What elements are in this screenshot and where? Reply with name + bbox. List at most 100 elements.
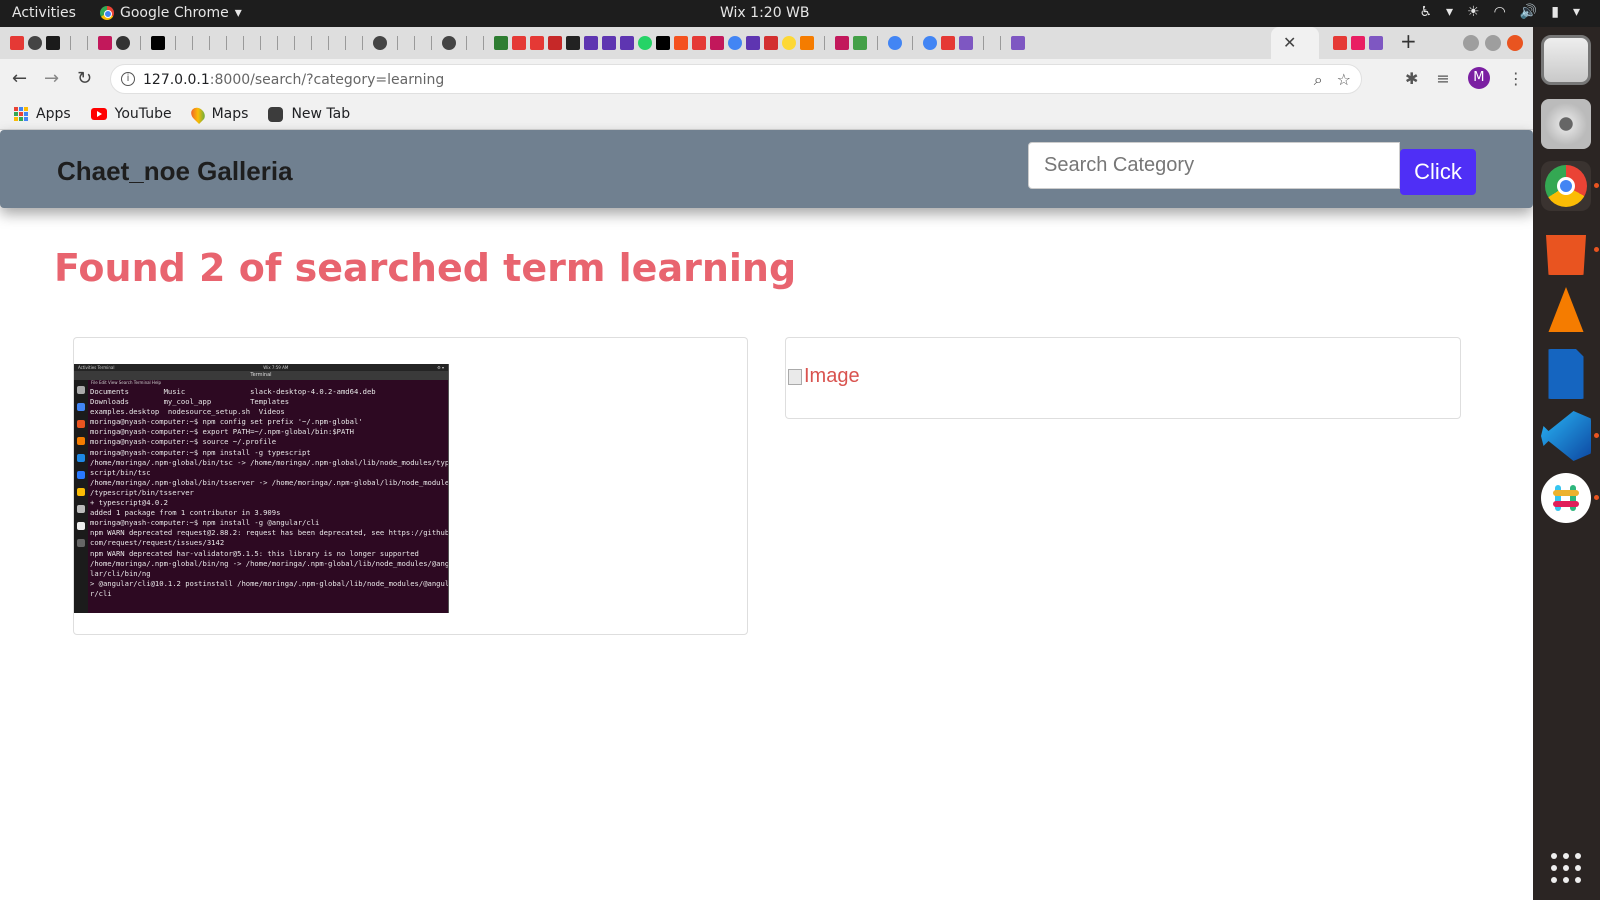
- chrome-dock-item[interactable]: [1541, 161, 1591, 211]
- youtube-tab-icon[interactable]: [692, 36, 706, 50]
- tab-strip: ✕ +: [0, 27, 1533, 59]
- tab-icon[interactable]: [853, 36, 867, 50]
- writer-icon[interactable]: [1548, 349, 1584, 399]
- maps-pin-icon: [188, 104, 208, 124]
- bookmark-new-tab[interactable]: New Tab: [268, 106, 350, 122]
- bookmark-maps[interactable]: Maps: [188, 104, 248, 124]
- web-page: Chaet_noe Galleria Click Found 2 of sear…: [0, 130, 1533, 900]
- bookmark-youtube[interactable]: YouTube: [90, 106, 172, 122]
- vlc-icon[interactable]: [1548, 287, 1584, 332]
- tab-icon[interactable]: [494, 36, 508, 50]
- gmail-tab-icon[interactable]: [710, 36, 724, 50]
- youtube-icon: [90, 108, 107, 120]
- rhythmbox-icon[interactable]: [1541, 99, 1591, 149]
- files-icon[interactable]: [1541, 35, 1591, 85]
- figma-tab-icon[interactable]: [1351, 36, 1365, 50]
- site-brand[interactable]: Chaet_noe Galleria: [57, 156, 293, 187]
- extensions-icon[interactable]: ✱: [1405, 69, 1418, 88]
- search-category-input[interactable]: [1028, 142, 1400, 189]
- broken-image-icon: [788, 368, 802, 385]
- chevron-down-icon[interactable]: ▾: [1573, 4, 1580, 20]
- bookmark-apps[interactable]: Apps: [14, 106, 71, 122]
- gmail-tab-icon[interactable]: [835, 36, 849, 50]
- blogger-tab-icon[interactable]: [674, 36, 688, 50]
- back-arrow-icon[interactable]: ←: [12, 68, 27, 89]
- address-bar[interactable]: i 127.0.0.1:8000/search/?category=learni…: [110, 64, 1362, 94]
- youtube-tab-icon[interactable]: [10, 36, 24, 50]
- tab-icon[interactable]: [620, 36, 634, 50]
- google-tab-icon[interactable]: [923, 36, 937, 50]
- bookmark-label: New Tab: [291, 106, 351, 122]
- youtube-tab-icon[interactable]: [1333, 36, 1347, 50]
- image-alt-text: Image: [804, 365, 860, 387]
- forward-arrow-icon[interactable]: →: [44, 68, 59, 89]
- result-image[interactable]: Activities Terminal Wix 7:59 AM ⚙ ▾ Termin…: [74, 364, 449, 613]
- tab-icon[interactable]: [1011, 36, 1025, 50]
- slack-icon[interactable]: [1541, 473, 1591, 523]
- volume-icon[interactable]: 🔊: [1520, 4, 1537, 20]
- tab-icon[interactable]: [151, 36, 165, 50]
- activities-button[interactable]: Activities: [12, 5, 76, 21]
- chevron-down-icon[interactable]: ▾: [1446, 4, 1453, 20]
- github-tab-icon[interactable]: [28, 36, 42, 50]
- youtube-tab-icon[interactable]: [941, 36, 955, 50]
- broken-image[interactable]: Image: [788, 365, 860, 388]
- weather-icon[interactable]: ☀: [1467, 4, 1480, 20]
- google-tab-icon[interactable]: [888, 36, 902, 50]
- accessibility-icon[interactable]: ♿: [1419, 4, 1432, 20]
- github-tab-icon[interactable]: [442, 36, 456, 50]
- tab-icon[interactable]: [46, 36, 60, 50]
- tab-icon[interactable]: [1369, 36, 1383, 50]
- info-icon[interactable]: i: [121, 72, 135, 86]
- tab-icon[interactable]: [602, 36, 616, 50]
- media-control-icon[interactable]: ≡: [1436, 69, 1449, 88]
- whatsapp-tab-icon[interactable]: [638, 36, 652, 50]
- vscode-icon[interactable]: [1541, 411, 1591, 461]
- tab-icon[interactable]: [746, 36, 760, 50]
- github-tab-icon[interactable]: [116, 36, 130, 50]
- youtube-tab-icon[interactable]: [512, 36, 526, 50]
- bookmark-label: Apps: [36, 106, 71, 122]
- gmail-tab-icon[interactable]: [98, 36, 112, 50]
- kebab-menu-icon[interactable]: ⋮: [1508, 69, 1524, 88]
- ubuntu-dock: [1533, 27, 1600, 900]
- search-submit-button[interactable]: Click: [1400, 149, 1476, 195]
- battery-icon[interactable]: ▮: [1551, 4, 1559, 20]
- avatar[interactable]: M: [1467, 67, 1490, 89]
- minimize-button[interactable]: [1463, 35, 1479, 51]
- pinned-tabs: [10, 36, 1025, 50]
- youtube-tab-icon[interactable]: [530, 36, 544, 50]
- clock[interactable]: Wix 1:20 WB: [720, 5, 810, 21]
- show-applications-icon[interactable]: [1551, 853, 1581, 883]
- dev-tab-icon[interactable]: [656, 36, 670, 50]
- star-icon[interactable]: ☆: [1337, 70, 1351, 90]
- new-tab-button[interactable]: +: [1400, 29, 1417, 53]
- system-top-bar: Activities Google Chrome ▾ Wix 1:20 WB ♿…: [0, 0, 1600, 27]
- new-tab-icon: [268, 106, 284, 122]
- tab-icon[interactable]: [764, 36, 778, 50]
- tab-icon[interactable]: [959, 36, 973, 50]
- url-text[interactable]: 127.0.0.1:8000/search/?category=learning: [143, 72, 444, 88]
- terminal-text: Documents Music slack-desktop-4.0.2-amd6…: [90, 387, 449, 598]
- site-navbar: Chaet_noe Galleria Click: [0, 130, 1533, 208]
- tab-icon[interactable]: [584, 36, 598, 50]
- bookmark-label: YouTube: [114, 106, 172, 122]
- result-card: Image: [785, 337, 1461, 419]
- close-window-button[interactable]: [1507, 35, 1523, 51]
- close-icon[interactable]: ✕: [1283, 33, 1296, 52]
- stackoverflow-tab-icon[interactable]: [800, 36, 814, 50]
- reload-icon[interactable]: ↻: [77, 68, 92, 89]
- system-tray: ♿ ▾ ☀ ◠ 🔊 ▮ ▾: [1419, 4, 1580, 20]
- google-tab-icon[interactable]: [728, 36, 742, 50]
- github-tab-icon[interactable]: [373, 36, 387, 50]
- wifi-icon[interactable]: ◠: [1494, 4, 1506, 20]
- app-menu[interactable]: Google Chrome ▾: [100, 5, 242, 21]
- maximize-button[interactable]: [1485, 35, 1501, 51]
- tab-icon[interactable]: [782, 36, 796, 50]
- zoom-icon[interactable]: ⌕: [1314, 70, 1323, 90]
- tab-icon[interactable]: [566, 36, 580, 50]
- tab-icon[interactable]: [548, 36, 562, 50]
- chevron-down-icon: ▾: [234, 5, 242, 21]
- chrome-icon: [1545, 165, 1587, 207]
- software-center-icon[interactable]: [1546, 235, 1586, 275]
